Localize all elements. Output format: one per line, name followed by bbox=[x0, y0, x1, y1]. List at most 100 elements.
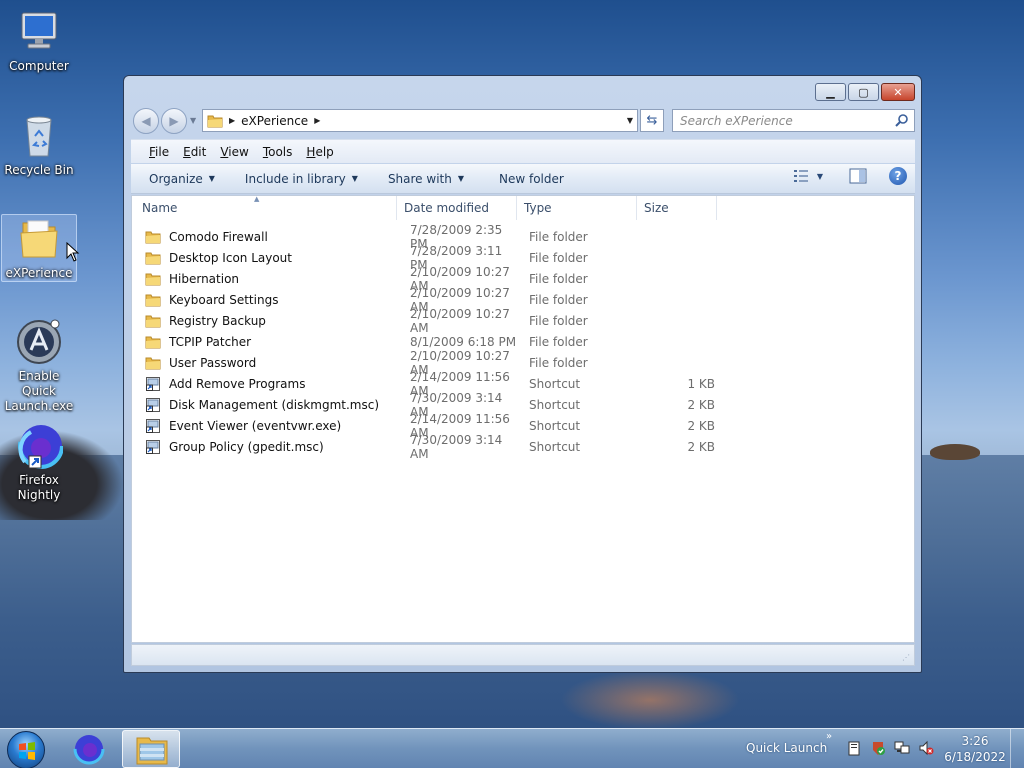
file-list: Comodo Firewall 7/28/2009 2:35 PM File fol… bbox=[132, 223, 724, 461]
security-shield-icon[interactable] bbox=[870, 740, 886, 756]
folder-icon bbox=[145, 229, 161, 245]
windows-logo-icon bbox=[19, 742, 35, 760]
preview-pane-icon[interactable] bbox=[849, 168, 867, 184]
help-icon[interactable]: ? bbox=[889, 167, 907, 185]
file-name-cell[interactable]: Desktop Icon Layout bbox=[132, 250, 402, 266]
column-headers: ▲ Name Date modified Type Size bbox=[132, 195, 724, 220]
column-header-name[interactable]: ▲ Name bbox=[132, 195, 397, 220]
shortcut-icon bbox=[145, 376, 161, 392]
file-name-cell[interactable]: Registry Backup bbox=[132, 313, 402, 329]
file-row[interactable]: Group Policy (gpedit.msc) 7/30/2009 3:14 … bbox=[132, 433, 724, 461]
breadcrumb-separator-icon[interactable]: ▶ bbox=[314, 116, 320, 125]
forward-arrow-icon: ▶ bbox=[169, 114, 179, 128]
desktop-icon-firefox-nightly[interactable]: Firefox Nightly bbox=[1, 422, 77, 503]
column-header-type[interactable]: Type bbox=[517, 196, 637, 220]
taskbar-windows-explorer[interactable] bbox=[122, 730, 180, 768]
breadcrumb-experience[interactable]: eXPerience bbox=[241, 114, 308, 128]
refresh-button[interactable]: ⇆ bbox=[640, 109, 664, 132]
file-name-cell[interactable]: Hibernation bbox=[132, 271, 402, 287]
computer-icon bbox=[15, 8, 63, 56]
forward-button[interactable]: ▶ bbox=[161, 108, 187, 134]
file-name-cell[interactable]: Comodo Firewall bbox=[132, 229, 402, 245]
show-desktop-button[interactable] bbox=[1010, 729, 1024, 768]
volume-muted-icon[interactable] bbox=[918, 740, 934, 756]
firefox-nightly-icon bbox=[15, 422, 64, 470]
file-date-modified: 7/30/2009 3:14 AM bbox=[410, 432, 503, 461]
network-icon[interactable] bbox=[894, 740, 910, 756]
menu-edit[interactable]: Edit bbox=[183, 145, 206, 159]
file-name-cell[interactable]: Keyboard Settings bbox=[132, 292, 402, 308]
chevron-down-icon: ▼ bbox=[816, 171, 823, 181]
file-name: Group Policy (gpedit.msc) bbox=[169, 439, 324, 454]
file-name: TCPIP Patcher bbox=[169, 334, 252, 349]
new-folder-button[interactable]: New folder bbox=[499, 172, 564, 186]
chevron-down-icon: ▼ bbox=[457, 174, 464, 183]
file-size: 2 KB bbox=[687, 397, 715, 412]
close-button[interactable]: ✕ bbox=[881, 83, 915, 101]
desktop-icon-recycle-bin[interactable]: Recycle Bin bbox=[1, 112, 77, 178]
file-name-cell[interactable]: Group Policy (gpedit.msc) bbox=[132, 439, 402, 455]
change-view-button[interactable]: ▼ bbox=[793, 169, 823, 183]
resize-grip-icon[interactable]: ⋰ bbox=[902, 653, 912, 663]
details-view-icon bbox=[793, 170, 808, 182]
desktop-icon-label: Computer bbox=[9, 59, 69, 73]
clock-time: 3:26 bbox=[961, 734, 989, 748]
file-type: File folder bbox=[529, 334, 588, 349]
taskbar-firefox-nightly[interactable] bbox=[60, 730, 118, 768]
include-in-library-button[interactable]: Include in library ▼ bbox=[245, 172, 358, 186]
file-list-pane[interactable]: ▲ Name Date modified Type Size Comodo Fir… bbox=[131, 195, 915, 643]
file-name-cell[interactable]: TCPIP Patcher bbox=[132, 334, 402, 350]
breadcrumb-separator-icon[interactable]: ▶ bbox=[229, 116, 235, 125]
navigation-bar: ◀ ▶ ▼ ▶ eXPerience ▶ ▼ ⇆ bbox=[132, 108, 915, 134]
search-icon[interactable] bbox=[895, 113, 909, 127]
notification-area bbox=[846, 740, 934, 756]
action-center-icon[interactable] bbox=[846, 740, 862, 756]
file-name-cell[interactable]: Add Remove Programs bbox=[132, 376, 402, 392]
folder-icon bbox=[145, 313, 161, 329]
file-type: File folder bbox=[529, 292, 588, 307]
file-row[interactable]: Registry Backup 2/10/2009 10:27 AM File fo… bbox=[132, 307, 724, 335]
quick-launch-toolbar-label[interactable]: Quick Launch bbox=[746, 741, 827, 755]
search-box[interactable] bbox=[672, 109, 915, 132]
menu-file[interactable]: File bbox=[149, 145, 169, 159]
file-type: File folder bbox=[529, 355, 588, 370]
menu-tools[interactable]: Tools bbox=[263, 145, 293, 159]
file-date-modified: 8/1/2009 6:18 PM bbox=[410, 334, 517, 349]
shortcut-icon bbox=[145, 418, 161, 434]
desktop-icon-label: eXPerience bbox=[5, 266, 73, 280]
file-type: Shortcut bbox=[529, 439, 581, 454]
column-header-date-modified[interactable]: Date modified bbox=[397, 196, 517, 220]
organize-button[interactable]: Organize ▼ bbox=[149, 172, 215, 186]
clock-date: 6/18/2022 bbox=[944, 750, 1006, 764]
maximize-button[interactable]: ▢ bbox=[848, 83, 879, 101]
sort-ascending-icon: ▲ bbox=[254, 195, 260, 203]
desktop-icon-computer[interactable]: Computer bbox=[1, 8, 77, 74]
menu-view[interactable]: View bbox=[220, 145, 248, 159]
file-type: Shortcut bbox=[529, 376, 581, 391]
file-name-cell[interactable]: User Password bbox=[132, 355, 402, 371]
file-type: File folder bbox=[529, 313, 588, 328]
column-header-size[interactable]: Size bbox=[637, 196, 717, 220]
menu-help[interactable]: Help bbox=[306, 145, 333, 159]
search-input[interactable] bbox=[673, 110, 883, 131]
folder-icon bbox=[145, 271, 161, 287]
file-name: Registry Backup bbox=[169, 313, 266, 328]
address-dropdown-icon[interactable]: ▼ bbox=[627, 116, 633, 125]
quick-launch-chevron-icon[interactable]: » bbox=[826, 731, 832, 742]
folder-icon bbox=[145, 334, 161, 350]
minimize-button[interactable]: ▁ bbox=[815, 83, 846, 101]
share-with-button[interactable]: Share with ▼ bbox=[388, 172, 464, 186]
desktop-icon-enable-quick-launch[interactable]: Enable Quick Launch.exe bbox=[1, 318, 77, 414]
recent-pages-dropdown[interactable]: ▼ bbox=[190, 116, 198, 125]
file-name: Add Remove Programs bbox=[169, 376, 306, 391]
maximize-icon: ▢ bbox=[858, 85, 869, 99]
address-bar[interactable]: ▶ eXPerience ▶ ▼ bbox=[202, 109, 638, 132]
firefox-nightly-icon bbox=[73, 733, 105, 765]
system-clock[interactable]: 3:26 6/18/2022 bbox=[944, 733, 1006, 765]
start-button[interactable] bbox=[7, 731, 45, 768]
file-type: File folder bbox=[529, 229, 588, 244]
file-name-cell[interactable]: Event Viewer (eventvwr.exe) bbox=[132, 418, 402, 434]
file-name-cell[interactable]: Disk Management (diskmgmt.msc) bbox=[132, 397, 402, 413]
explorer-window[interactable]: ▁ ▢ ✕ ◀ ▶ ▼ ▶ eXPerience ▶ ▼ ⇆ File Edi bbox=[123, 75, 922, 673]
back-button[interactable]: ◀ bbox=[133, 108, 159, 134]
